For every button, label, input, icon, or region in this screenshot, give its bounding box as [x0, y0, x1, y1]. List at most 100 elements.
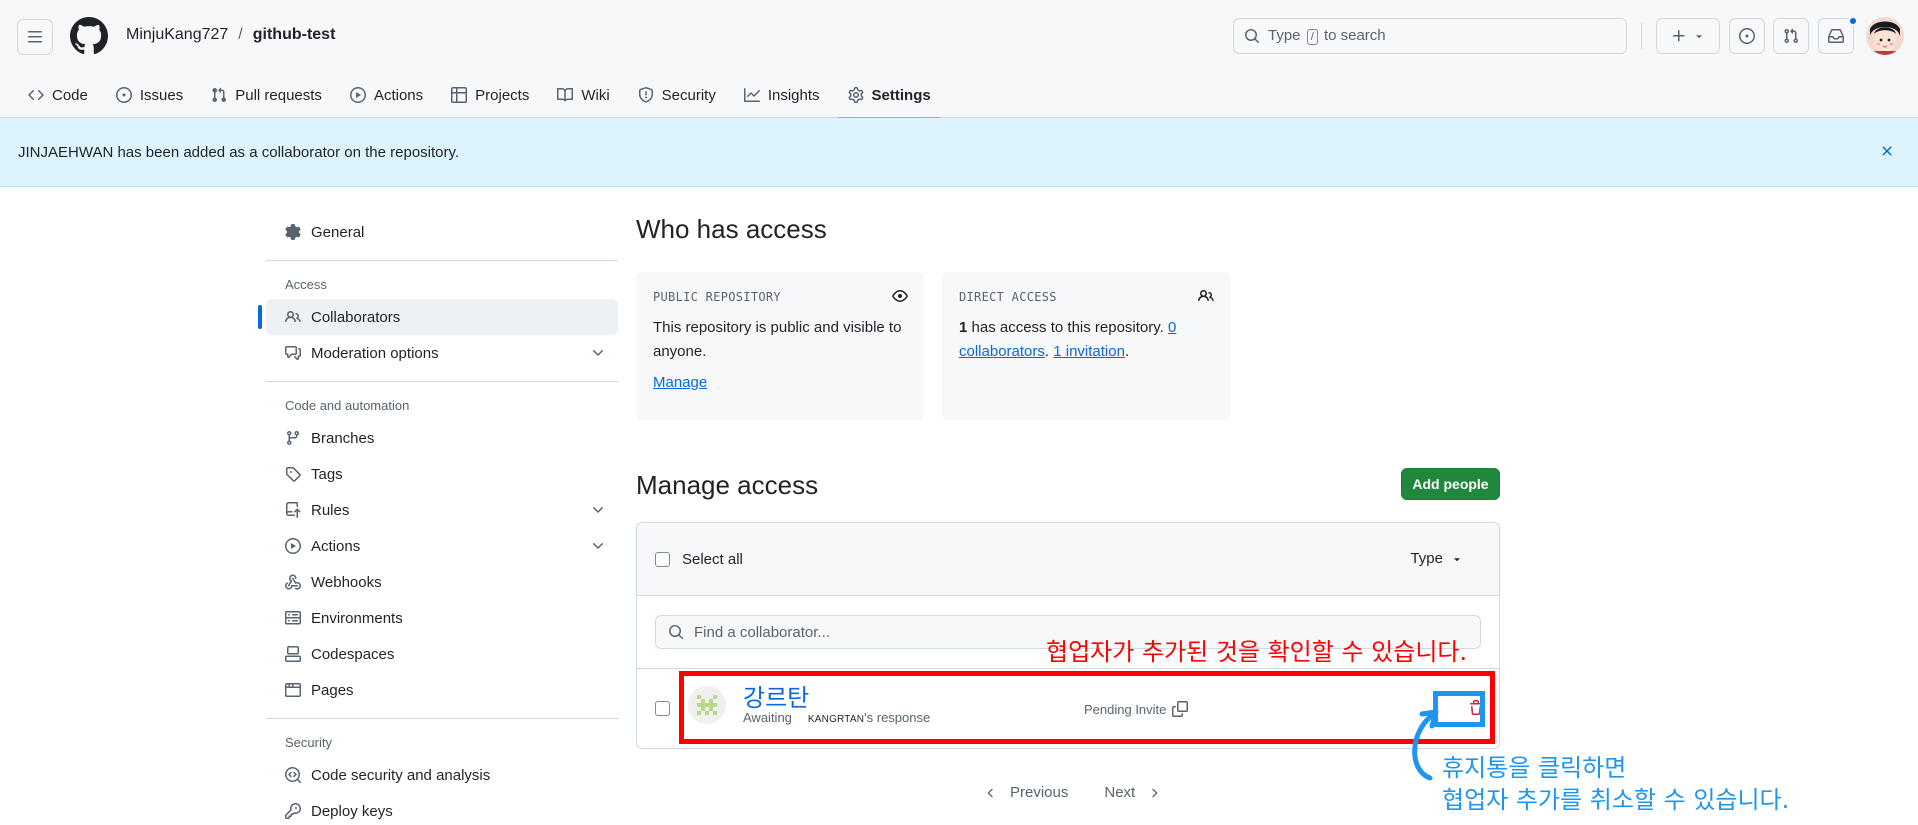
menu-button[interactable]: [17, 19, 53, 55]
tab-wiki[interactable]: Wiki: [547, 72, 619, 118]
manage-access-title: Manage access: [636, 470, 819, 500]
browser-icon: [285, 683, 301, 697]
direct-access-text: has access to this repository.: [971, 319, 1164, 336]
pull-request-icon: [212, 87, 227, 103]
sidebar-item-label: Collaborators: [311, 308, 401, 326]
search-prefix: Type: [1268, 27, 1301, 44]
sidebar-item-pages[interactable]: Pages: [266, 672, 618, 708]
tab-label: Insights: [767, 86, 820, 104]
plus-icon: [1673, 30, 1685, 42]
eye-icon: [892, 290, 908, 302]
chevron-right-icon: [1152, 788, 1158, 797]
punctuation: .: [1124, 343, 1130, 360]
sidebar-item-rules[interactable]: Rules: [266, 492, 618, 528]
tab-actions[interactable]: Actions: [340, 72, 433, 118]
pull-requests-button[interactable]: [1773, 18, 1809, 54]
sidebar-item-label: Pages: [311, 681, 354, 699]
search-shortcut-key: /: [1306, 29, 1318, 45]
codespaces-icon: [285, 646, 301, 662]
sidebar-item-code-security[interactable]: Code security and analysis: [266, 757, 618, 793]
public-repository-card: PUBLIC REPOSITORY This repository is pub…: [636, 272, 924, 420]
user-avatar[interactable]: [1866, 17, 1904, 55]
type-filter-label: Type: [1410, 550, 1443, 567]
tab-security[interactable]: Security: [628, 72, 726, 118]
sidebar-item-label: Code security and analysis: [311, 766, 491, 784]
header-divider: [1641, 22, 1642, 50]
flash-text: JINJAEHWAN has been added as a collabora…: [18, 143, 460, 161]
play-icon: [349, 87, 366, 103]
direct-access-count: 1: [959, 319, 968, 336]
pagination: Previous Next: [984, 784, 1161, 801]
tab-insights[interactable]: Insights: [734, 72, 830, 118]
tab-code[interactable]: Code: [18, 72, 98, 118]
notification-dot: [1848, 16, 1858, 26]
annotation-blue-line-2: 협업자 추가를 취소할 수 있습니다.: [1442, 786, 1790, 814]
close-icon: [1882, 146, 1892, 156]
repo-link[interactable]: github-test: [253, 26, 336, 44]
find-placeholder: Find a collaborator...: [694, 623, 830, 641]
access-cards: PUBLIC REPOSITORY This repository is pub…: [636, 272, 1230, 420]
sidebar-item-webhooks[interactable]: Webhooks: [266, 564, 618, 600]
shield-icon: [638, 87, 653, 103]
branch-icon: [286, 431, 299, 446]
type-filter-dropdown[interactable]: Type: [1410, 550, 1463, 567]
sidebar-item-label: Rules: [311, 501, 350, 519]
next-page-button[interactable]: Next: [1104, 784, 1161, 801]
tab-label: Code: [52, 86, 88, 104]
issues-button[interactable]: [1729, 18, 1765, 54]
sidebar-item-actions[interactable]: Actions: [266, 528, 618, 564]
annotation-red-box: [679, 671, 1495, 744]
settings-sidebar: General Access Collaborators Moderation …: [258, 214, 618, 825]
punctuation: .: [1044, 343, 1050, 360]
sidebar-item-moderation[interactable]: Moderation options: [266, 335, 618, 371]
previous-label: Previous: [1010, 784, 1069, 801]
tab-pull-requests[interactable]: Pull requests: [201, 72, 332, 118]
card-body: This repository is public and visible to…: [653, 319, 902, 360]
graph-icon: [743, 88, 760, 102]
create-new-button[interactable]: [1656, 18, 1720, 54]
manage-visibility-link[interactable]: Manage: [653, 374, 707, 391]
sidebar-item-collaborators[interactable]: Collaborators: [258, 299, 618, 335]
sidebar-item-general[interactable]: General: [266, 214, 618, 250]
sidebar-divider: [266, 381, 618, 382]
triangle-down-icon: [1696, 35, 1702, 39]
sidebar-item-branches[interactable]: Branches: [266, 420, 618, 456]
triangle-down-icon: [1454, 557, 1460, 561]
sidebar-item-deploy-keys[interactable]: Deploy keys: [266, 793, 618, 825]
tab-projects[interactable]: Projects: [441, 72, 539, 118]
row-divider: [637, 668, 1499, 669]
search-placeholder: Type / to search: [1268, 27, 1386, 45]
issue-icon: [1739, 28, 1755, 44]
sidebar-heading-code: Code and automation: [285, 397, 410, 413]
github-logo-icon[interactable]: [70, 17, 108, 55]
main-content: Who has access PUBLIC REPOSITORY This re…: [636, 214, 1500, 801]
sidebar-item-label: Codespaces: [311, 645, 395, 663]
sidebar-heading-security: Security: [285, 734, 332, 750]
tab-settings[interactable]: Settings: [837, 72, 941, 119]
repo-nav: Code Issues Pull requests Actions Projec…: [0, 72, 949, 119]
sidebar-item-environments[interactable]: Environments: [266, 600, 618, 636]
previous-page-button[interactable]: Previous: [984, 784, 1068, 801]
sidebar-divider: [266, 260, 618, 261]
direct-access-card: DIRECT ACCESS 1 has access to this repos…: [942, 272, 1230, 420]
annotation-blue-line-1: 휴지통을 클릭하면: [1442, 754, 1627, 782]
sidebar-item-tags[interactable]: Tags: [266, 456, 618, 492]
sidebar-item-label: Environments: [311, 609, 403, 627]
sidebar-divider: [266, 718, 618, 719]
sidebar-item-codespaces[interactable]: Codespaces: [266, 636, 618, 672]
card-body: 1 has access to this repository. 0 colla…: [959, 316, 1213, 364]
inbox-icon: [1828, 29, 1844, 43]
owner-link[interactable]: MinjuKang727: [126, 26, 228, 44]
flash-close-button[interactable]: [1876, 140, 1898, 162]
book-icon: [557, 87, 574, 102]
select-all-checkbox[interactable]: [655, 551, 670, 567]
collaborator-checkbox[interactable]: [655, 701, 670, 716]
card-title: DIRECT ACCESS: [959, 290, 1057, 304]
add-people-button[interactable]: Add people: [1401, 468, 1500, 500]
gear-icon: [285, 224, 301, 240]
invitation-count-link[interactable]: 1 invitation: [1053, 343, 1125, 360]
search-input[interactable]: Type / to search: [1233, 18, 1627, 54]
people-icon: [285, 310, 301, 323]
tab-issues[interactable]: Issues: [106, 72, 193, 118]
key-icon: [285, 803, 301, 819]
